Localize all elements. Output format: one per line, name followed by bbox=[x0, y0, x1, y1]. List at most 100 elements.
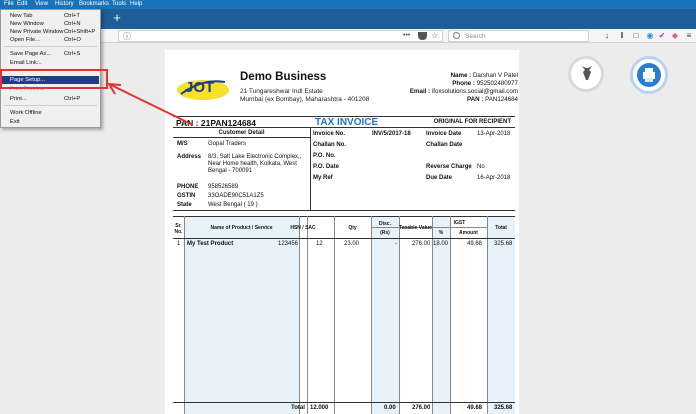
menu-item-new-private-window[interactable]: New Private Window Ctrl+Shift+P bbox=[2, 28, 99, 36]
pan-row: PAN : 21PAN124684 TAX INVOICE ORIGINAL F… bbox=[173, 116, 515, 128]
menu-history[interactable]: History bbox=[55, 1, 74, 7]
challan-no-label: Challan No. bbox=[313, 142, 347, 148]
menu-item-open-file[interactable]: Open File... Ctrl+O bbox=[2, 36, 99, 44]
column-divider bbox=[334, 216, 335, 414]
row-disc: - bbox=[395, 241, 397, 247]
address-value: 8/3, Salt Lake Electronic Complex,, Near… bbox=[208, 154, 302, 174]
row-qty: 12 bbox=[316, 241, 323, 247]
menu-tools[interactable]: Tools bbox=[112, 1, 126, 7]
invoice-date-value: 13-Apr-2018 bbox=[477, 131, 511, 137]
library-icon[interactable]: ‖ bbox=[617, 31, 627, 41]
menu-help[interactable]: Help bbox=[130, 1, 142, 7]
menu-view[interactable]: View bbox=[35, 1, 48, 7]
menu-bookmarks[interactable]: Bookmarks bbox=[79, 1, 109, 7]
phone-label: PHONE bbox=[177, 184, 199, 190]
search-bar[interactable]: Search bbox=[448, 30, 589, 42]
row-taxable: 276.00 bbox=[412, 241, 431, 247]
menu-bar: File Edit View History Bookmarks Tools H… bbox=[0, 0, 696, 9]
row-rate: 23.00 bbox=[344, 241, 360, 247]
header-hsn-label: HSN / SAC bbox=[290, 225, 316, 231]
menu-item-work-offline[interactable]: Work Offline bbox=[2, 109, 99, 117]
menu-separator bbox=[4, 105, 97, 106]
row-igst-pct: 18.00 bbox=[433, 241, 449, 247]
column-divider bbox=[307, 216, 308, 414]
menu-file[interactable]: File bbox=[4, 1, 14, 7]
menu-item-new-window[interactable]: New Window Ctrl+N bbox=[2, 20, 99, 28]
column-divider bbox=[399, 216, 400, 414]
contact-phone: Phone : 952502480977 bbox=[452, 80, 518, 87]
row-total: 325.68 bbox=[494, 241, 513, 247]
window-controls[interactable] bbox=[666, 0, 696, 9]
annotation-highlight bbox=[0, 69, 108, 89]
due-date-value: 16-Apr-2018 bbox=[477, 175, 511, 181]
plus-icon[interactable]: + bbox=[111, 11, 123, 25]
menu-item-new-tab[interactable]: New Tab Ctrl+T bbox=[2, 12, 99, 20]
menu-item-exit[interactable]: Exit bbox=[2, 118, 99, 126]
totals-divider bbox=[173, 402, 515, 403]
sidebar-icon[interactable]: □ bbox=[631, 31, 641, 41]
gstin-value: 33OADE90C51A1Z5 bbox=[208, 193, 264, 199]
row-product: My Test Product bbox=[187, 241, 234, 247]
annotation-arrow-icon bbox=[107, 82, 194, 126]
extension-icon[interactable]: ◉ bbox=[645, 31, 655, 41]
extension-icon[interactable]: ✔ bbox=[657, 31, 667, 41]
total-taxable: 276.00 bbox=[412, 405, 431, 411]
due-date-label: Due Date bbox=[426, 175, 453, 181]
row-hsn: 123456 bbox=[278, 241, 299, 247]
header-qty: Qty bbox=[348, 225, 357, 231]
download-icon[interactable]: ↓ bbox=[602, 31, 612, 41]
menu-item-print[interactable]: Print... Ctrl+P bbox=[2, 95, 99, 103]
header-igst: IGST bbox=[453, 220, 466, 226]
business-name: Demo Business bbox=[240, 71, 327, 83]
search-icon bbox=[453, 32, 460, 39]
total-disc: 0.00 bbox=[384, 405, 396, 411]
pocket-icon[interactable] bbox=[418, 32, 427, 40]
ms-value: Gopal Traders bbox=[208, 141, 247, 147]
address-line-2: Mumbai (ex Bombay), Maharashtra - 401208 bbox=[240, 96, 370, 103]
address-line-1: 21 Tungareshwar Indl Estate bbox=[240, 88, 323, 95]
header-total: Total bbox=[495, 225, 507, 231]
settings-button[interactable] bbox=[568, 56, 604, 92]
print-button[interactable] bbox=[630, 56, 668, 94]
reverse-charge-label: Reverse Charge bbox=[426, 164, 472, 170]
state-label: State bbox=[177, 202, 192, 208]
gstin-label: GSTIN bbox=[177, 193, 196, 199]
invoice-no-label: Invoice No. bbox=[313, 131, 346, 137]
page-actions-icon[interactable]: ••• bbox=[403, 31, 410, 41]
copy-type: ORIGINAL FOR RECIPIENT bbox=[433, 119, 511, 125]
wrench-icon bbox=[582, 66, 592, 80]
menu-icon[interactable]: ≡ bbox=[684, 31, 694, 41]
search-placeholder: Search bbox=[465, 33, 486, 40]
header-taxable: Taxable Value bbox=[399, 225, 432, 231]
extension-icon[interactable]: ◆ bbox=[670, 31, 680, 41]
contact-pan: PAN : PAN124684 bbox=[466, 96, 518, 103]
po-date-label: P.O. Date bbox=[313, 164, 339, 170]
phone-value: 958526589 bbox=[208, 184, 239, 190]
state-value: West Bengal ( 19 ) bbox=[208, 202, 258, 208]
ms-label: M/S bbox=[177, 141, 188, 147]
contact-email: Email : ifoxsolutions.social@gmail.com bbox=[409, 88, 518, 95]
menu-item-email-link[interactable]: Email Link... bbox=[2, 59, 99, 67]
header-igst-amount: Amount bbox=[459, 230, 478, 236]
disc-subheader-divider bbox=[371, 227, 399, 228]
column-divider bbox=[184, 216, 185, 414]
url-bar[interactable]: ⓘ ••• ☆ bbox=[118, 30, 443, 42]
po-no-label: P.O. No. bbox=[313, 153, 336, 159]
challan-date-label: Challan Date bbox=[426, 142, 463, 148]
info-icon[interactable]: ⓘ bbox=[123, 32, 131, 41]
header-disc: Disc. bbox=[379, 221, 391, 227]
menu-item-save-page[interactable]: Save Page As... Ctrl+S bbox=[2, 50, 99, 58]
column-divider bbox=[450, 216, 451, 414]
tab-strip bbox=[0, 9, 696, 29]
my-ref-label: My Ref bbox=[313, 175, 333, 181]
address-label: Address bbox=[177, 154, 202, 160]
divider bbox=[310, 128, 311, 211]
column-divider bbox=[371, 216, 372, 414]
menu-edit[interactable]: Edit bbox=[17, 1, 27, 7]
row-igst-amount: 49.68 bbox=[467, 241, 483, 247]
reverse-charge-value: No bbox=[477, 164, 485, 170]
bookmark-star-icon[interactable]: ☆ bbox=[431, 31, 438, 41]
menu-separator bbox=[4, 46, 97, 47]
header-sr: Sr. No. bbox=[174, 223, 183, 235]
column-divider bbox=[487, 216, 488, 414]
